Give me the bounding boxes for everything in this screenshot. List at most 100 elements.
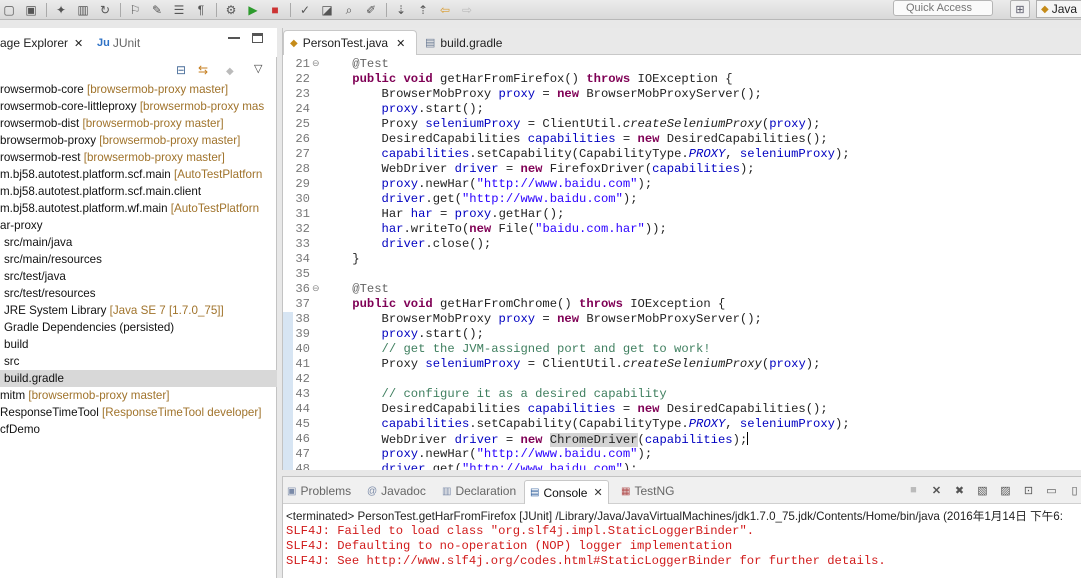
tasks-icon[interactable]: ✓ [296, 2, 314, 18]
code-token: ); [835, 147, 850, 161]
code-line: 46 WebDriver driver = new ChromeDriver(c… [283, 432, 1081, 447]
close-icon[interactable]: ✕ [396, 37, 405, 50]
package-explorer-tabbar: age Explorer ✕ Ju JUnit [0, 28, 277, 57]
gear-icon[interactable]: ⚙ [222, 2, 240, 18]
tree-item[interactable]: cfDemo [0, 421, 277, 438]
build-icon[interactable]: ⚐ [126, 2, 144, 18]
run-icon[interactable]: ▶ [244, 2, 262, 18]
tree-item[interactable]: src/test/resources [0, 285, 277, 302]
maximize-icon[interactable] [252, 33, 263, 43]
code-token: proxy [498, 312, 536, 326]
code-token: IOException { [637, 72, 733, 86]
code-area[interactable]: 21 ⊖ @Test 22 public void getHarFromFirefo… [283, 57, 1081, 470]
code-token: WebDriver [323, 162, 455, 176]
tab-package-explorer[interactable]: age Explorer ✕ [0, 34, 83, 52]
tree-item-label: Gradle Dependencies (persisted) [4, 321, 175, 334]
annotation-icon[interactable]: ✐ [362, 2, 380, 18]
list-icon[interactable]: ☰ [170, 2, 188, 18]
tree-item[interactable]: src [0, 353, 277, 370]
stop-icon[interactable]: ■ [266, 2, 284, 18]
scroll-lock-icon[interactable]: ▨ [997, 482, 1014, 498]
tab-problems[interactable]: ▣ Problems [287, 482, 351, 500]
tree-item[interactable]: src/main/resources [0, 251, 277, 268]
paragraph-icon[interactable]: ¶ [192, 2, 210, 18]
run-config-icon[interactable]: ↻ [96, 2, 114, 18]
tab-build-gradle[interactable]: ▤ build.gradle [419, 30, 508, 55]
tree-item[interactable]: rowsermob-core-littleproxy [browsermob-p… [0, 98, 277, 115]
tree-item[interactable]: rowsermob-core [browsermob-proxy master] [0, 81, 277, 98]
fold-toggle-icon[interactable]: ⊖ [312, 282, 322, 297]
tab-javadoc[interactable]: @ Javadoc [367, 482, 426, 500]
code-line: 42 [283, 372, 1081, 387]
tree-item[interactable]: ResponseTimeTool [ResponseTimeTool devel… [0, 404, 277, 421]
line-number: 22 [295, 72, 310, 86]
tab-declaration[interactable]: ▥ Declaration [442, 482, 516, 500]
code-token: proxy [454, 207, 492, 221]
tab-persontest-java[interactable]: ◆ PersonTest.java ✕ [283, 30, 417, 55]
clear-console-icon[interactable]: ▧ [974, 482, 991, 498]
quick-access-input[interactable] [893, 0, 993, 16]
tab-label: TestNG [634, 484, 675, 498]
save-icon[interactable]: ▣ [22, 2, 40, 18]
tree-item[interactable]: Gradle Dependencies (persisted) [0, 319, 277, 336]
view-menu-icon[interactable]: ▽ [254, 62, 262, 75]
tree-item[interactable]: browsermob-proxy [browsermob-proxy maste… [0, 132, 277, 149]
code-token: proxy [323, 102, 419, 116]
tree-item[interactable]: rowsermob-rest [browsermob-proxy master] [0, 149, 277, 166]
tree-item[interactable]: mitm [browsermob-proxy master] [0, 387, 277, 404]
tab-console[interactable]: ▤ Console ✕ [524, 480, 609, 504]
focus-icon[interactable]: ◆ [226, 66, 234, 77]
line-number: 26 [295, 132, 310, 146]
prev-annotation-icon[interactable]: ⇡ [414, 2, 432, 18]
open-type-icon[interactable]: ◪ [318, 2, 336, 18]
link-with-editor-icon[interactable]: ⇆ [198, 63, 208, 77]
open-perspective-button[interactable]: ⊞ [1010, 0, 1030, 18]
code-token: ); [805, 357, 821, 371]
forward-icon[interactable]: ⇨ [458, 2, 476, 18]
remove-launch-icon[interactable]: ✕ [928, 482, 945, 498]
console-toolbar: ■ ✕ ✖ ▧ ▨ ⊡ ▭ ▯ [905, 481, 1081, 499]
fold-toggle-icon[interactable]: ⊖ [312, 57, 322, 72]
collapse-all-icon[interactable]: ⊟ [176, 63, 186, 77]
code-token: driver [323, 237, 426, 251]
pin-console-icon[interactable]: ⊡ [1020, 482, 1037, 498]
tab-junit[interactable]: Ju JUnit [97, 34, 140, 52]
tree-item-label: src/test/resources [4, 287, 96, 300]
tree-item-label: build [4, 338, 29, 351]
bottom-tabbar: ▣ Problems @ Javadoc ▥ Declaration ▤ Con… [283, 477, 1081, 504]
tree-item[interactable]: m.bj58.autotest.platform.scf.main [AutoT… [0, 166, 277, 183]
code-token: capabilities [323, 417, 470, 431]
remove-all-icon[interactable]: ✖ [951, 482, 968, 498]
line-number: 25 [295, 117, 310, 131]
new-icon[interactable]: ▢ [0, 2, 18, 18]
open-console-icon[interactable]: ▯ [1066, 482, 1081, 498]
code-text: Har har = proxy.getHar(); [323, 207, 565, 222]
tree-item[interactable]: build [0, 336, 277, 353]
marker-icon[interactable]: ✎ [148, 2, 166, 18]
tree-item[interactable]: ar-proxy [0, 217, 277, 234]
tree-item-annotation: [browsermob-proxy master] [79, 117, 224, 130]
java-perspective-button[interactable]: ◆ Java [1036, 0, 1081, 18]
tree-item[interactable]: JRE System Library [Java SE 7 [1.7.0_75]… [0, 302, 277, 319]
close-icon[interactable]: ✕ [593, 486, 602, 499]
terminate-icon[interactable]: ■ [905, 482, 922, 498]
sdk-icon[interactable]: ▥ [74, 2, 92, 18]
display-console-icon[interactable]: ▭ [1043, 482, 1060, 498]
close-icon[interactable]: ✕ [74, 37, 83, 50]
tree-item[interactable]: build.gradle [0, 370, 277, 387]
tab-testng[interactable]: ▦ TestNG [621, 482, 674, 500]
tree-item[interactable]: m.bj58.autotest.platform.wf.main [AutoTe… [0, 200, 277, 217]
code-token: } [323, 252, 360, 266]
debug-icon[interactable]: ✦ [52, 2, 70, 18]
back-icon[interactable]: ⇦ [436, 2, 454, 18]
tree-item[interactable]: src/main/java [0, 234, 277, 251]
tree-item[interactable]: m.bj58.autotest.platform.scf.main.client [0, 183, 277, 200]
code-token: ); [622, 462, 638, 470]
tree-item[interactable]: rowsermob-dist [browsermob-proxy master] [0, 115, 277, 132]
search-icon[interactable]: ⌕ [340, 2, 358, 18]
code-token: Proxy [323, 117, 426, 131]
tree-item[interactable]: src/test/java [0, 268, 277, 285]
minimize-icon[interactable] [228, 36, 240, 39]
next-annotation-icon[interactable]: ⇣ [392, 2, 410, 18]
code-token: IOException { [630, 297, 726, 311]
